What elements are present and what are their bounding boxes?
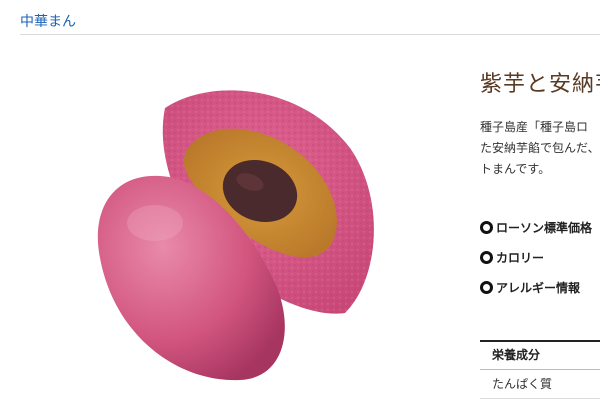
product-page: 中華まん 紫芋と安納 種子島産「種子島ロ た安納芋餡で包んだ、 トまんです。 ロ… xyxy=(0,0,600,400)
header-divider xyxy=(20,34,600,35)
description-line: 種子島産「種子島ロ xyxy=(480,120,589,134)
description-line: た安納芋餡で包んだ、 xyxy=(480,141,600,155)
allergy-link-label: アレルギー情報 xyxy=(496,280,581,295)
product-title: 紫芋と安納芋 xyxy=(480,72,600,97)
description-line: トまんです。 xyxy=(480,162,551,176)
nutrition-row: たんぱく質 xyxy=(480,370,600,399)
calorie-link[interactable]: カロリー xyxy=(480,242,592,272)
ring-bullet-icon xyxy=(480,220,493,234)
product-image xyxy=(97,90,374,381)
info-links: ローソン標準価格 カロリー アレルギー情報 xyxy=(480,212,592,302)
breadcrumb-category-link[interactable]: 中華まん xyxy=(20,11,76,31)
nutrition-table: 栄養成分 たんぱく質 xyxy=(480,340,600,399)
ring-bullet-icon xyxy=(480,250,493,264)
ring-bullet-icon xyxy=(480,280,493,294)
price-link[interactable]: ローソン標準価格 xyxy=(480,212,592,242)
nutrition-header: 栄養成分 xyxy=(480,340,600,370)
price-link-label: ローソン標準価格 xyxy=(496,220,593,235)
product-description: 種子島産「種子島ロ た安納芋餡で包んだ、 トまんです。 xyxy=(480,117,600,180)
calorie-link-label: カロリー xyxy=(496,250,545,265)
allergy-link[interactable]: アレルギー情報 xyxy=(480,272,592,302)
